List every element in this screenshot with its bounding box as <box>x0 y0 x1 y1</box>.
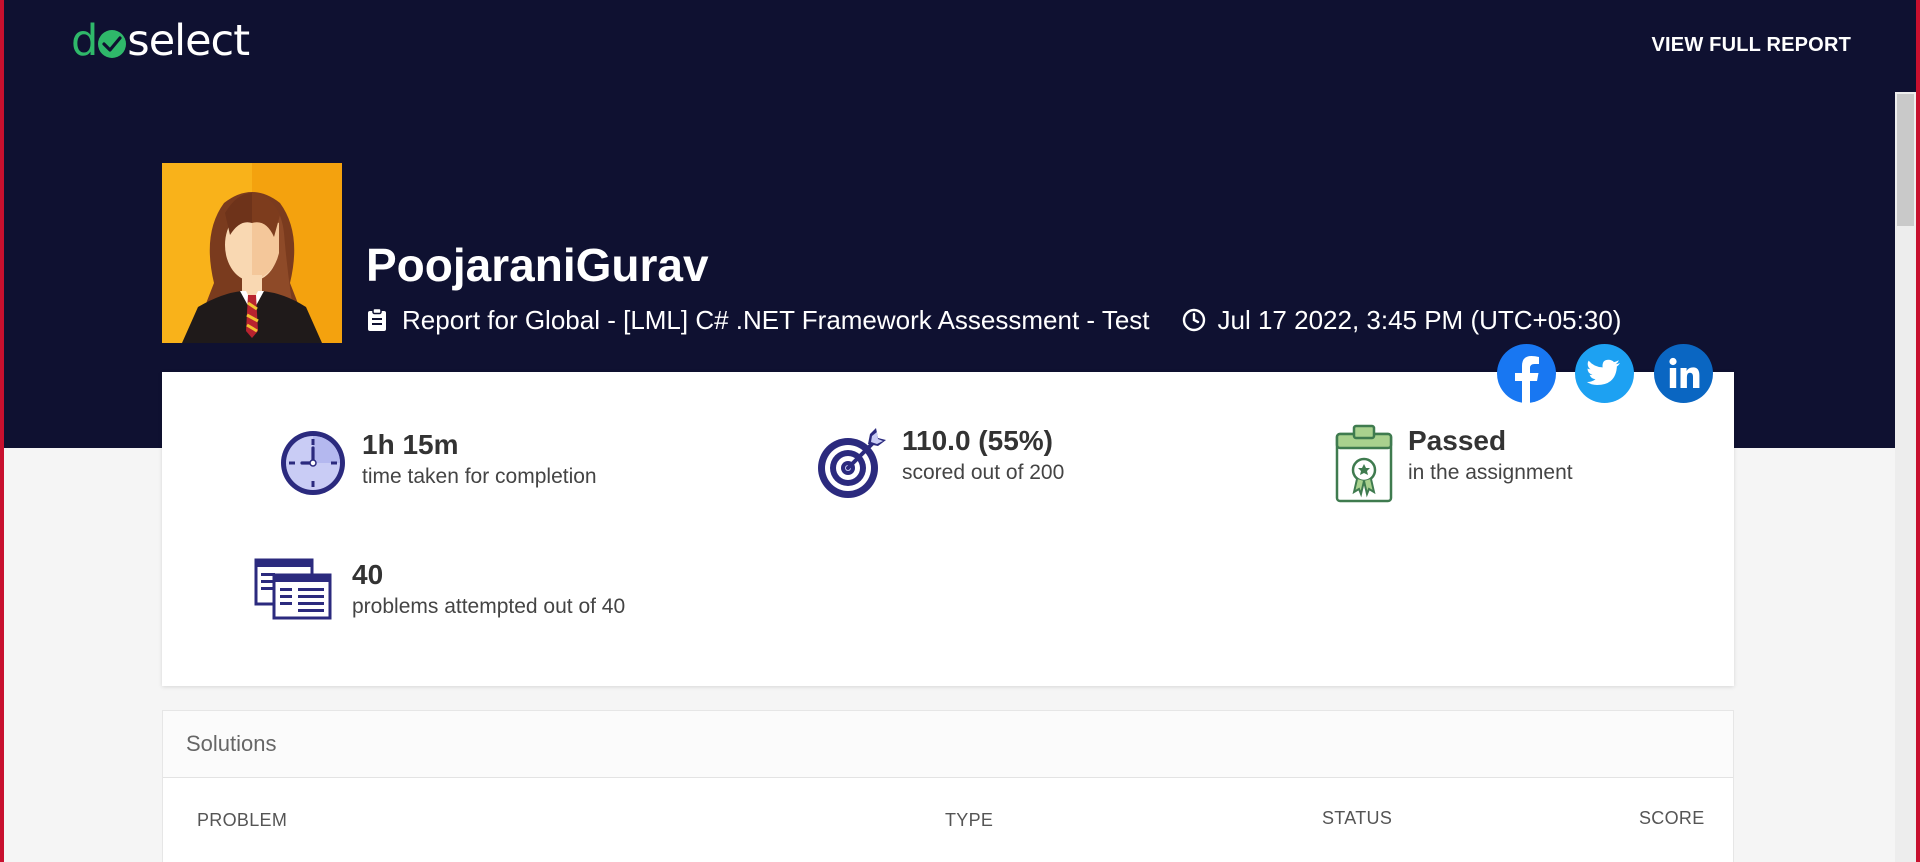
score-value: 110.0 (55%) <box>902 425 1053 456</box>
column-header-score[interactable]: SCORE <box>1639 808 1705 829</box>
stats-card: 1h 15m time taken for completion 110.0 (… <box>162 372 1734 686</box>
window-frame-left <box>0 0 4 862</box>
report-title: Report for Global - [LML] C# .NET Framew… <box>402 304 1150 335</box>
twitter-share-button[interactable] <box>1575 344 1634 403</box>
facebook-icon <box>1515 356 1539 403</box>
certificate-clipboard-icon <box>1334 424 1394 509</box>
stat-result: Passed in the assignment <box>1334 424 1573 509</box>
stat-time: 1h 15m time taken for completion <box>278 428 597 503</box>
solutions-title: Solutions <box>163 711 1733 778</box>
score-label: scored out of 200 <box>902 461 1065 484</box>
view-full-report-link[interactable]: VIEW FULL REPORT <box>1652 34 1852 57</box>
documents-icon <box>254 558 332 625</box>
avatar-illustration-icon <box>162 163 342 343</box>
clipboard-icon <box>366 308 390 332</box>
doselect-logo[interactable]: d select <box>71 16 250 66</box>
time-label: time taken for completion <box>362 465 597 488</box>
scrollbar-thumb[interactable] <box>1897 94 1914 226</box>
logo-prefix: d <box>71 16 98 66</box>
twitter-icon <box>1586 359 1620 385</box>
result-value: Passed <box>1408 425 1507 456</box>
stat-score: 110.0 (55%) scored out of 200 <box>816 424 1064 509</box>
target-icon <box>816 424 888 509</box>
report-meta: Report for Global - [LML] C# .NET Framew… <box>366 304 1621 336</box>
page-scrollbar[interactable] <box>1895 92 1916 862</box>
candidate-name: PoojaraniGurav <box>366 239 709 291</box>
time-value: 1h 15m <box>362 429 459 460</box>
problems-value: 40 <box>352 559 384 590</box>
linkedin-share-button[interactable] <box>1654 344 1713 403</box>
linkedin-icon <box>1669 357 1700 388</box>
stopwatch-icon <box>278 428 348 503</box>
column-header-status[interactable]: STATUS <box>1322 808 1392 829</box>
logo-suffix: select <box>127 16 250 66</box>
stat-problems: 40 problems attempted out of 40 <box>254 558 625 625</box>
column-header-type[interactable]: TYPE <box>945 810 993 831</box>
report-datetime: Jul 17 2022, 3:45 PM (UTC+05:30) <box>1217 304 1622 335</box>
solutions-panel: Solutions <box>162 710 1734 862</box>
avatar <box>162 163 342 343</box>
clock-icon <box>1182 308 1206 332</box>
column-header-problem[interactable]: PROBLEM <box>197 810 287 831</box>
problems-label: problems attempted out of 40 <box>352 595 626 618</box>
logo-check-icon <box>98 30 127 58</box>
window-frame-right <box>1916 0 1920 862</box>
facebook-share-button[interactable] <box>1497 344 1556 403</box>
result-label: in the assignment <box>1408 461 1573 484</box>
